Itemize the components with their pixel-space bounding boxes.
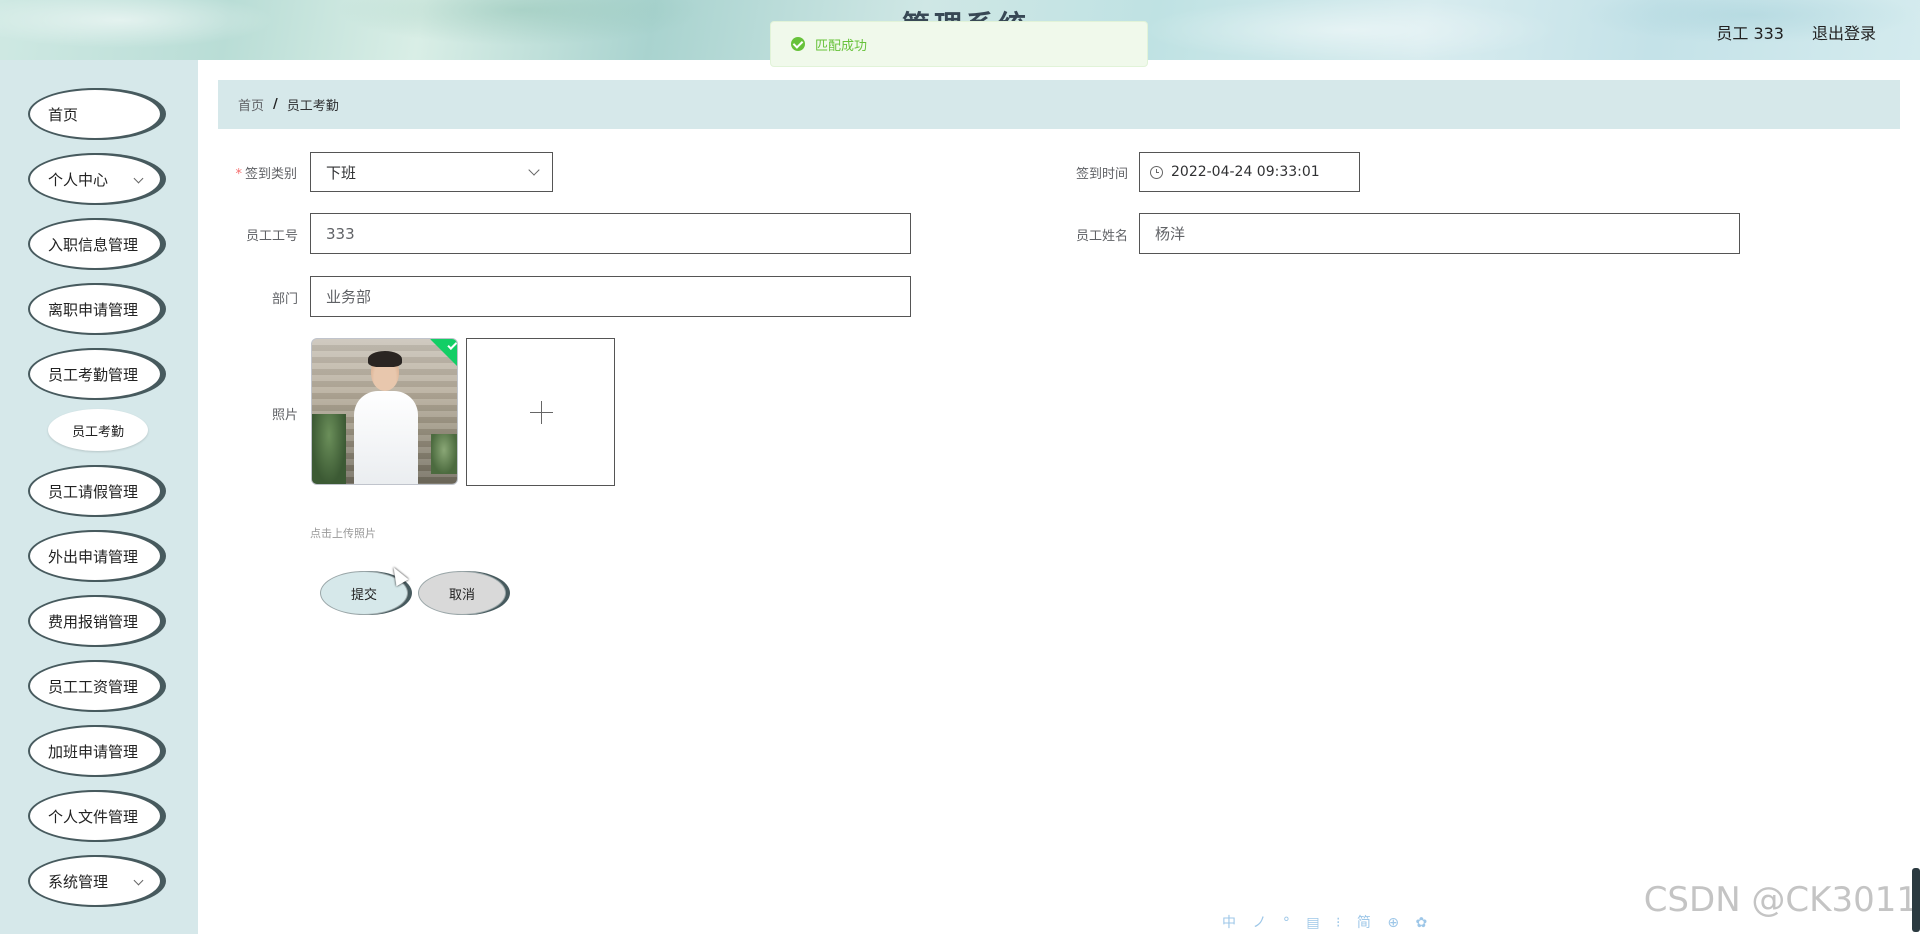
sidebar-item-onboarding[interactable]: 入职信息管理 (28, 218, 162, 270)
sidebar: 首页 个人中心 入职信息管理 离职申请管理 员工考勤管理 员工考勤 员工请假管理… (0, 60, 198, 934)
sidebar-item-label: 首页 (48, 105, 79, 124)
sidebar-item-label: 员工考勤 (71, 424, 124, 440)
sidebar-item-home[interactable]: 首页 (28, 88, 162, 140)
sidebar-item-label: 员工工资管理 (48, 677, 139, 696)
sidebar-item-label: 加班申请管理 (48, 742, 139, 761)
emp-no-label: 员工工号 (245, 229, 298, 244)
dept-label: 部门 (271, 292, 298, 307)
emp-no-field[interactable]: 333 (310, 213, 911, 254)
emp-name-field[interactable]: 杨洋 (1139, 213, 1740, 254)
sidebar-item-leave[interactable]: 员工请假管理 (28, 465, 162, 517)
time-picker[interactable]: 2022-04-24 09:33:01 (1139, 152, 1360, 192)
sidebar-item-salary[interactable]: 员工工资管理 (28, 660, 162, 712)
type-select[interactable]: 下班 (310, 152, 553, 192)
sidebar-item-overtime[interactable]: 加班申请管理 (28, 725, 162, 777)
upload-hint: 点击上传照片 (310, 527, 376, 540)
photo-person-hair (368, 351, 402, 367)
chevron-down-icon (133, 875, 144, 886)
sidebar-item-system[interactable]: 系统管理 (28, 855, 162, 907)
required-mark: * (235, 167, 242, 182)
sidebar-item-expenses[interactable]: 费用报销管理 (28, 595, 162, 647)
chevron-down-icon (528, 164, 540, 176)
sidebar-item-outing[interactable]: 外出申请管理 (28, 530, 162, 582)
time-value: 2022-04-24 09:33:01 (1171, 164, 1320, 180)
sidebar-item-label: 员工请假管理 (48, 482, 139, 501)
photo-plant (431, 434, 457, 474)
photo-person (354, 391, 418, 484)
time-label: 签到时间 (1075, 167, 1128, 182)
photo-upload-button[interactable] (466, 338, 615, 486)
sidebar-subitem-attendance[interactable]: 员工考勤 (48, 409, 148, 451)
sidebar-item-resignation[interactable]: 离职申请管理 (28, 283, 162, 335)
chevron-down-icon (133, 173, 144, 184)
watermark: CSDN @CK3011 (1643, 880, 1918, 920)
emp-no-value: 333 (326, 224, 355, 243)
type-label: * 签到类别 (217, 163, 297, 182)
breadcrumb-current: 员工考勤 (286, 99, 339, 114)
sidebar-item-files[interactable]: 个人文件管理 (28, 790, 162, 842)
sidebar-item-label: 员工考勤管理 (48, 365, 139, 384)
breadcrumb: 首页 / 员工考勤 (218, 80, 1900, 129)
scrollbar-handle[interactable] (1912, 868, 1920, 932)
photo-label: 照片 (271, 408, 298, 423)
sidebar-item-label: 个人中心 (48, 170, 109, 189)
photo-plant (312, 414, 346, 484)
sidebar-item-personal-center[interactable]: 个人中心 (28, 153, 162, 205)
type-label-text: 签到类别 (244, 167, 297, 182)
breadcrumb-home[interactable]: 首页 (238, 95, 264, 114)
emp-name-value: 杨洋 (1155, 225, 1186, 243)
sidebar-item-label: 个人文件管理 (48, 807, 139, 826)
clock-icon (1150, 165, 1163, 179)
emp-name-label: 员工姓名 (1075, 229, 1128, 244)
type-select-value: 下班 (326, 163, 357, 182)
sidebar-item-label: 费用报销管理 (48, 612, 139, 631)
toast-message: 匹配成功 (815, 38, 868, 54)
dept-field[interactable]: 业务部 (310, 276, 911, 317)
sidebar-item-label: 入职信息管理 (48, 235, 139, 254)
sidebar-item-label: 系统管理 (48, 872, 109, 891)
logout-link[interactable]: 退出登录 (1812, 20, 1876, 44)
ime-toolbar: 中 ノ ° ▤ ⁝ 简 ⊕ ✿ (1222, 915, 1434, 931)
breadcrumb-separator: / (273, 97, 278, 112)
cancel-button[interactable]: 取消 (418, 571, 506, 615)
uploaded-photo[interactable] (311, 338, 458, 485)
dept-value: 业务部 (326, 288, 372, 306)
sidebar-item-label: 外出申请管理 (48, 547, 139, 566)
sidebar-item-label: 离职申请管理 (48, 300, 139, 319)
plus-icon (541, 401, 542, 424)
success-toast: 匹配成功 (770, 21, 1148, 67)
current-user: 员工 333 (1716, 24, 1784, 43)
sidebar-item-attendance-mgmt[interactable]: 员工考勤管理 (28, 348, 162, 400)
success-check-icon (791, 37, 805, 51)
